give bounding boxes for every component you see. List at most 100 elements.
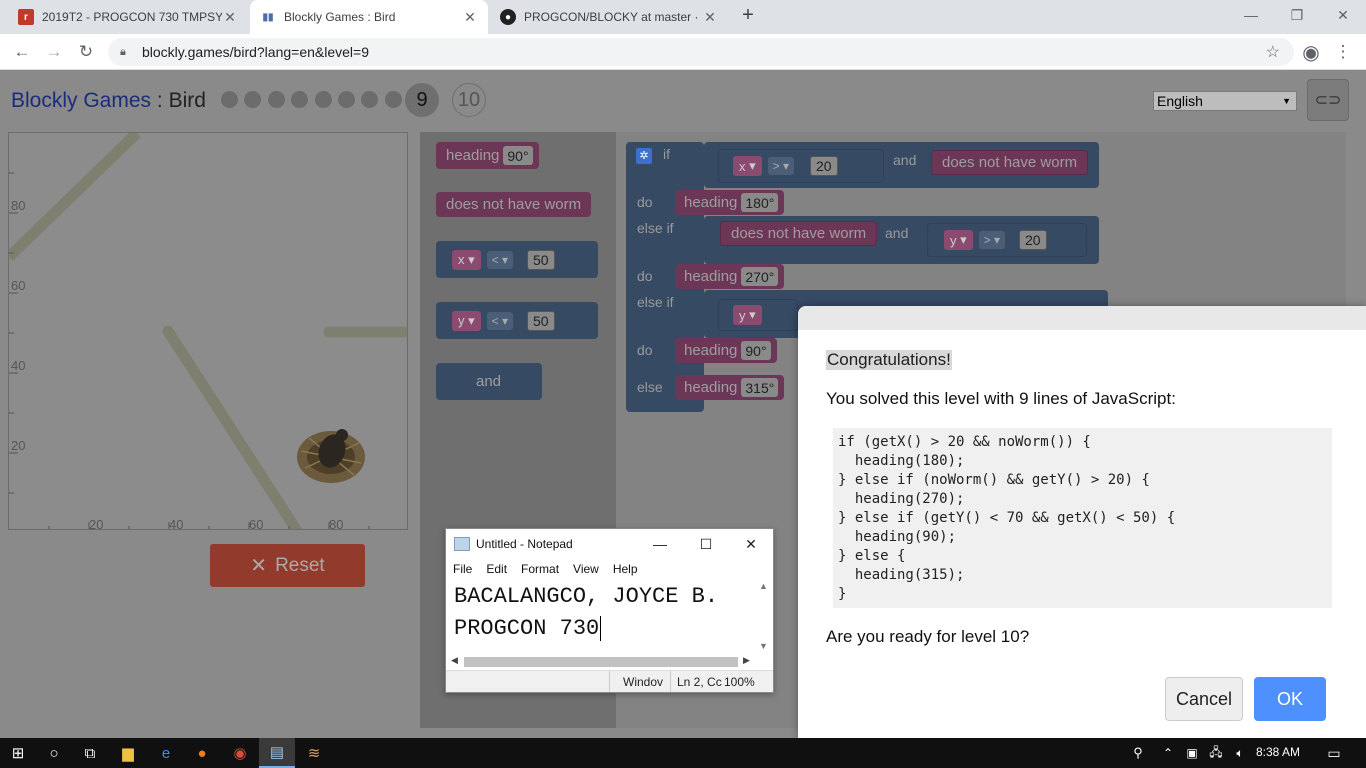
number-field[interactable]: 20 <box>1019 230 1047 250</box>
app-taskbar-icon[interactable]: ≋ <box>296 738 332 768</box>
level-dot[interactable] <box>244 91 262 108</box>
clock[interactable]: 8:38 AM <box>1256 745 1300 759</box>
level-next[interactable]: 10 <box>452 83 486 117</box>
cancel-button[interactable]: Cancel <box>1165 677 1243 721</box>
no-worm-block[interactable]: does not have worm <box>931 150 1089 175</box>
back-icon[interactable]: ← <box>9 40 35 64</box>
scroll-left-icon[interactable]: ◀ <box>451 655 458 666</box>
number-field[interactable]: 50 <box>527 249 555 270</box>
heading-block[interactable]: heading 315° <box>675 375 785 400</box>
operator-dropdown[interactable]: < ▾ <box>486 311 514 330</box>
angle-field[interactable]: 270° <box>741 267 779 286</box>
toolbox-no-worm-block[interactable]: does not have worm <box>436 192 592 217</box>
code-line: heading(180); <box>838 453 965 469</box>
toolbox-compare-y-block[interactable]: y ▾ < ▾ 50 <box>436 302 598 339</box>
notifications-icon[interactable]: ▭ <box>1316 738 1352 768</box>
variable-dropdown[interactable]: x ▾ <box>452 249 481 270</box>
menu-view[interactable]: View <box>566 562 606 576</box>
number-field[interactable]: 50 <box>527 310 555 331</box>
variable-dropdown[interactable]: x ▾ <box>733 156 762 176</box>
horizontal-scrollbar[interactable]: ◀ ▶ <box>446 653 756 670</box>
toolbox-heading-block[interactable]: heading 90° <box>436 142 539 169</box>
link-button[interactable]: ⊂⊃ <box>1307 79 1349 121</box>
gear-icon[interactable]: ✲ <box>636 148 652 164</box>
vertical-scrollbar[interactable]: ▲ ▼ <box>756 579 773 655</box>
text-line: PROGCON 730 <box>454 613 754 645</box>
level-dot[interactable] <box>361 91 379 108</box>
compare-block[interactable]: x ▾ > ▾ 20 <box>718 149 884 183</box>
chrome-icon[interactable]: ◉ <box>222 738 258 768</box>
tab-github[interactable]: ● PROGCON/BLOCKY at master · Jo ✕ <box>490 0 728 34</box>
star-icon[interactable]: ☆ <box>1266 42 1280 62</box>
firefox-icon[interactable]: ● <box>184 738 220 768</box>
angle-field[interactable]: 315° <box>741 378 779 397</box>
reset-button[interactable]: ✕ Reset <box>210 544 365 587</box>
toolbox-and-block[interactable]: and <box>436 363 542 400</box>
scroll-right-icon[interactable]: ▶ <box>743 655 750 666</box>
angle-field[interactable]: 90° <box>741 341 771 360</box>
reload-icon[interactable]: ↻ <box>73 40 99 64</box>
language-select[interactable]: English ▼ <box>1153 91 1297 111</box>
ok-button[interactable]: OK <box>1254 677 1326 721</box>
toolbox-compare-x-block[interactable]: x ▾ < ▾ 50 <box>436 241 598 278</box>
profile-icon[interactable]: ◉ <box>1298 40 1324 64</box>
scroll-up-icon[interactable]: ▲ <box>759 581 768 591</box>
level-dot[interactable] <box>314 91 332 108</box>
menu-file[interactable]: File <box>446 562 479 576</box>
file-explorer-icon[interactable]: ▆ <box>110 738 146 768</box>
operator-dropdown[interactable]: < ▾ <box>486 250 514 269</box>
operator-dropdown[interactable]: > ▾ <box>767 157 795 175</box>
close-icon[interactable]: ✕ <box>222 9 238 26</box>
scroll-thumb[interactable] <box>464 657 738 667</box>
notepad-taskbar-icon[interactable]: ▤ <box>259 738 295 768</box>
menu-edit[interactable]: Edit <box>479 562 514 576</box>
level-current[interactable]: 9 <box>405 83 439 117</box>
tab-blockly[interactable]: ▮▮ Blockly Games : Bird ✕ <box>250 0 488 34</box>
task-view-icon[interactable]: ⧉ <box>72 738 108 768</box>
minimize-icon[interactable]: — <box>637 529 683 559</box>
menu-help[interactable]: Help <box>606 562 645 576</box>
menu-icon[interactable]: ⋮ <box>1330 40 1356 64</box>
level-dot[interactable] <box>221 91 238 108</box>
level-dot[interactable] <box>338 91 355 108</box>
variable-dropdown[interactable]: y ▾ <box>944 230 973 250</box>
number-field[interactable]: 20 <box>810 156 838 176</box>
scroll-down-icon[interactable]: ▼ <box>759 641 768 651</box>
maximize-icon[interactable]: ☐ <box>683 529 729 559</box>
minimize-icon[interactable]: — <box>1228 0 1274 30</box>
y-tick: 60 <box>11 278 25 293</box>
search-icon[interactable]: ○ <box>36 738 72 768</box>
heading-block[interactable]: heading 90° <box>675 338 777 363</box>
windows-start-icon[interactable]: ⊞ <box>0 738 36 768</box>
heading-block[interactable]: heading 270° <box>675 264 785 289</box>
close-icon[interactable]: ✕ <box>462 9 478 26</box>
volume-icon[interactable]: 🔈︎ <box>1222 738 1258 768</box>
edge-icon[interactable]: e <box>148 738 184 768</box>
compare-block[interactable]: y ▾ > ▾ 20 <box>927 223 1087 257</box>
keyword-and: and <box>885 225 909 241</box>
app-name[interactable]: Blockly Games <box>11 89 151 112</box>
compare-block[interactable]: y ▾ <box>718 299 798 331</box>
forward-icon[interactable]: → <box>41 40 67 64</box>
level-dot[interactable] <box>384 91 402 108</box>
close-window-icon[interactable]: ✕ <box>1320 0 1366 30</box>
restore-icon[interactable]: ❐ <box>1274 0 1320 30</box>
page-title[interactable]: Blockly Games : Bird <box>11 89 206 113</box>
close-icon[interactable]: ✕ <box>728 529 774 559</box>
notepad-text-area[interactable]: BACALANGCO, JOYCE B. PROGCON 730 <box>454 581 754 645</box>
heading-block[interactable]: heading 180° <box>675 190 785 215</box>
level-dot[interactable] <box>267 91 285 108</box>
tab-classroom[interactable]: r 2019T2 - PROGCON 730 TMPSY | ✕ <box>8 0 248 34</box>
variable-dropdown[interactable]: y ▾ <box>733 305 762 325</box>
variable-dropdown[interactable]: y ▾ <box>452 310 481 331</box>
level-dot[interactable] <box>291 91 309 108</box>
url-field[interactable]: 🔒︎ blockly.games/bird?lang=en&level=9 ☆ <box>108 38 1294 66</box>
operator-dropdown[interactable]: > ▾ <box>978 231 1006 249</box>
no-worm-block[interactable]: does not have worm <box>720 221 878 246</box>
close-icon[interactable]: ✕ <box>702 9 718 26</box>
new-tab-button[interactable]: + <box>736 4 760 30</box>
block-label: heading <box>684 379 738 396</box>
angle-field[interactable]: 90° <box>503 146 533 165</box>
angle-field[interactable]: 180° <box>741 193 779 212</box>
menu-format[interactable]: Format <box>514 562 566 576</box>
